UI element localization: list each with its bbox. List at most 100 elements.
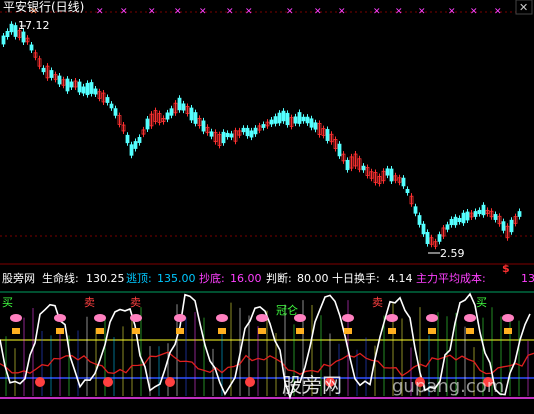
- candle: [169, 108, 174, 116]
- param-bottom-value: 16.00: [230, 272, 262, 285]
- bottom-signal-icon: [103, 377, 113, 387]
- candle: [109, 103, 114, 109]
- candle: [253, 127, 258, 135]
- param-life-label: 生命线:: [42, 271, 79, 285]
- x-marker-icon: ✕: [245, 7, 253, 17]
- x-marker-icon: ✕: [286, 7, 294, 17]
- sell-signal: 卖: [84, 296, 95, 309]
- indicator-header: 股旁网 生命线: 130.25 逃顶: 135.00 抄底: 16.00 判断:…: [2, 271, 534, 285]
- candle: [65, 78, 70, 92]
- candle: [93, 88, 98, 95]
- x-marker-icon: ✕: [494, 7, 502, 17]
- candle: [437, 234, 442, 242]
- candle: [445, 224, 450, 230]
- crown-icon: [176, 328, 184, 334]
- param-cost-label: 主力平均成本:: [416, 271, 486, 285]
- crown-icon: [388, 328, 396, 334]
- candle: [105, 97, 110, 103]
- param-cost-value: 13: [521, 272, 534, 285]
- x-marker-icon: ✕: [148, 7, 156, 17]
- watermark-url: gupang.com: [392, 376, 504, 397]
- candlestick-series: [1, 21, 522, 250]
- param-judge-label: 判断:: [266, 271, 292, 285]
- x-marker-icon: ✕: [418, 7, 426, 17]
- candle: [165, 112, 170, 120]
- candle: [13, 25, 18, 37]
- candle: [245, 127, 250, 137]
- candle: [225, 132, 230, 138]
- sell-signal: 卖: [130, 296, 141, 309]
- candle: [273, 116, 278, 124]
- candle: [465, 211, 470, 221]
- candle: [457, 217, 462, 223]
- x-marker-icon: ✕: [226, 7, 234, 17]
- x-marker-icon: ✕: [338, 7, 346, 17]
- candle: [301, 116, 306, 122]
- candle: [453, 216, 458, 226]
- candle: [89, 82, 94, 94]
- candle: [405, 189, 410, 193]
- flower-icon: [54, 314, 66, 322]
- x-marker-icon: ✕: [174, 7, 182, 17]
- flower-icon: [426, 314, 438, 322]
- candle: [325, 129, 330, 141]
- candle: [293, 116, 298, 124]
- candle: [261, 124, 266, 128]
- low-price-label: 2.59: [440, 247, 465, 260]
- candle: [517, 211, 522, 217]
- candle: [177, 97, 182, 111]
- x-marker-icon: ✕: [199, 7, 207, 17]
- x-marker-icon: ✕: [448, 7, 456, 17]
- candle: [477, 209, 482, 215]
- indicator-panel[interactable]: 买 卖 卖 卖 买 冠仑 股旁网 gupang.com: [0, 291, 534, 400]
- candle: [193, 112, 198, 124]
- candle: [281, 110, 286, 122]
- candle: [249, 130, 254, 138]
- candle: [69, 81, 74, 88]
- x-marker-icon: ✕: [96, 7, 104, 17]
- param-escape-value: 135.00: [157, 272, 196, 285]
- candle: [309, 118, 314, 128]
- candle: [297, 112, 302, 124]
- candle: [181, 103, 186, 111]
- flower-icon: [94, 314, 106, 322]
- candle: [285, 112, 290, 126]
- crown-icon: [218, 328, 226, 334]
- top-signal: 冠仑: [276, 303, 298, 317]
- buy-signal: 买: [2, 296, 13, 309]
- candle: [269, 119, 274, 125]
- x-marker-icon: ✕: [314, 7, 322, 17]
- candle: [189, 107, 194, 121]
- candle: [113, 108, 118, 116]
- candle: [57, 75, 62, 85]
- candle: [85, 82, 90, 96]
- crown-icon: [296, 328, 304, 334]
- candle: [9, 23, 14, 33]
- candle: [389, 168, 394, 182]
- window-title: 平安银行(日线): [3, 0, 84, 14]
- candle: [209, 131, 214, 137]
- watermark-text: 股旁网: [282, 373, 342, 397]
- candle: [421, 223, 426, 235]
- candle: [229, 133, 234, 138]
- flower-icon: [216, 314, 228, 322]
- candle: [129, 144, 134, 156]
- flower-icon: [130, 314, 142, 322]
- price-panel[interactable]: ✕ ✕ ✕ ✕ ✕ ✕ ✕ ✕ ✕ ✕ ✕ ✕ ✕ ✕ ✕ ✕✕ 平安银行(日线) ✕ 17.12 2.59 …: [0, 0, 534, 275]
- candle: [1, 35, 6, 45]
- candle: [461, 212, 466, 224]
- x-marker-icon: ✕: [120, 7, 128, 17]
- param-judge-value: 80.00: [297, 272, 329, 285]
- crown-icon: [466, 328, 474, 334]
- indicator-name: 股旁网: [2, 271, 35, 285]
- sell-signal: 卖: [372, 296, 383, 309]
- candle: [77, 81, 82, 93]
- crown-icon: [96, 328, 104, 334]
- candle: [133, 141, 138, 149]
- candle: [473, 211, 478, 217]
- bottom-signal-icon: [35, 377, 45, 387]
- param-life-value: 130.25: [86, 272, 125, 285]
- candle: [137, 137, 142, 143]
- candle: [417, 215, 422, 225]
- candle: [29, 44, 34, 51]
